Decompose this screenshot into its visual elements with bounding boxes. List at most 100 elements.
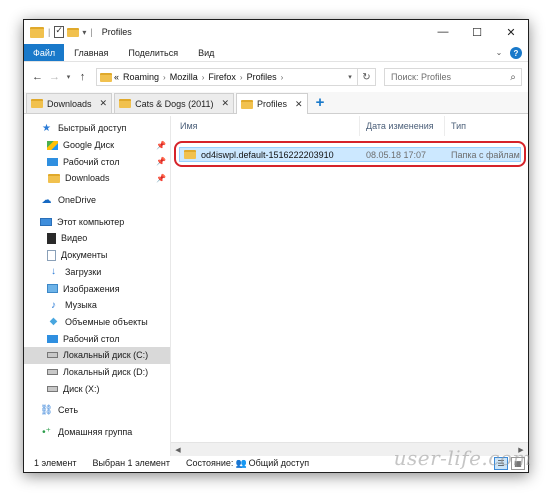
sidebar-item-quick-access[interactable]: ★ Быстрый доступ [24,120,170,137]
breadcrumb-chevron-icon[interactable]: › [279,73,286,82]
shared-users-icon: 👥 [235,457,247,468]
sidebar-item-3d-objects[interactable]: ◆ Объемные объекты [24,314,170,331]
search-box[interactable]: ⌕ [384,68,522,86]
pin-icon[interactable]: 📌 [156,174,166,183]
file-type: Папка с файлами [451,149,520,160]
drive-icon [47,368,58,375]
new-tab-plus-icon[interactable]: + [310,94,325,111]
close-tab-icon[interactable]: ✕ [96,98,108,109]
back-arrow-icon[interactable]: ← [30,69,45,85]
details-view-icon[interactable]: ☰ [494,456,508,470]
new-folder-icon[interactable] [67,27,80,37]
ribbon-tab-view[interactable]: Вид [188,44,224,61]
sidebar-item-pictures[interactable]: Изображения [24,280,170,297]
video-icon [47,232,56,244]
close-icon[interactable]: ✕ [494,20,528,44]
music-icon: ♪ [51,299,56,311]
explorer-panes: ★ Быстрый доступ Google Диск 📌 Рабочий сто… [24,116,528,456]
pin-icon[interactable]: 📌 [156,141,166,150]
selection-count: Выбран 1 элемент [92,458,171,468]
column-header-type[interactable]: Тип [445,116,528,136]
sidebar-item-music[interactable]: ♪ Музыка [24,297,170,314]
minimize-icon[interactable]: — [426,20,460,44]
sidebar-item-disk-x[interactable]: Диск (X:) [24,380,170,397]
desktop-icon [47,334,58,343]
properties-icon[interactable] [54,25,65,38]
help-icon[interactable]: ? [510,47,522,59]
drive-icon [47,352,58,359]
explorer-window: | ▾ | Profiles — ☐ ✕ Файл Главная Подели… [23,19,529,473]
window-title: Profiles [101,27,132,37]
file-date: 08.05.18 17:07 [366,149,427,160]
sidebar-item-google-drive[interactable]: Google Диск 📌 [24,137,170,154]
address-overflow[interactable]: « [112,72,121,82]
expand-ribbon-icon[interactable]: ⌄ [492,44,506,61]
sidebar-item-documents[interactable]: Документы [24,247,170,264]
pin-icon[interactable]: 📌 [156,157,166,166]
breadcrumb-chevron-icon[interactable]: › [161,73,168,82]
folder-icon [31,99,43,108]
close-tab-icon[interactable]: ✕ [291,99,303,110]
folder-tabs-bar: Downloads ✕ Cats & Dogs (2011) ✕ Profile… [24,92,528,114]
sidebar-item-local-disk-d[interactable]: Локальный диск (D:) [24,364,170,381]
ribbon-tab-file[interactable]: Файл [24,44,65,61]
address-bar[interactable]: « Roaming › Mozilla › Firefox › Profiles… [96,68,376,86]
qat-dropdown-icon[interactable]: ▾ [82,28,86,37]
folder-icon [184,150,196,159]
file-list-pane: Имя Дата изменения Тип od4iswpl.default-… [171,116,528,456]
network-icon: ⛓ [40,404,53,416]
folder-icon [47,173,60,184]
breadcrumb-profiles[interactable]: Profiles [245,72,279,82]
forward-arrow-icon[interactable]: → [47,69,62,85]
star-icon: ★ [42,122,51,134]
breadcrumb-chevron-icon[interactable]: › [238,73,245,82]
pictures-icon [47,284,58,294]
sidebar-item-network[interactable]: ⛓ Сеть [24,402,170,419]
scroll-left-icon[interactable]: ◀ [171,446,185,454]
breadcrumb-firefox[interactable]: Firefox [206,72,238,82]
computer-icon [40,217,52,226]
maximize-icon[interactable]: ☐ [460,20,494,44]
sidebar-item-downloads-pinned[interactable]: Downloads 📌 [24,170,170,187]
folder-tab-label: Profiles [257,99,288,109]
search-input[interactable] [391,72,505,82]
breadcrumb-chevron-icon[interactable]: › [200,73,207,82]
folder-tab-label: Cats & Dogs (2011) [135,98,214,109]
window-folder-icon [30,26,44,38]
sidebar-item-video[interactable]: Видео [24,230,170,247]
folder-tab-profiles[interactable]: Profiles ✕ [236,93,308,114]
up-arrow-icon[interactable]: ↑ [75,69,90,85]
search-icon[interactable]: ⌕ [505,72,521,83]
sidebar-item-this-pc[interactable]: Этот компьютер [24,213,170,230]
item-count: 1 элемент [34,458,77,468]
column-headers: Имя Дата изменения Тип [171,116,528,136]
homegroup-icon: •⁺ [42,426,51,438]
share-status: Состояние: 👥 Общий доступ [186,458,309,469]
sidebar-item-desktop[interactable]: Рабочий стол [24,330,170,347]
large-icons-view-icon[interactable]: ▦ [511,456,525,470]
breadcrumb-roaming[interactable]: Roaming [121,72,161,82]
ribbon-tab-home[interactable]: Главная [64,44,118,61]
sidebar-item-local-disk-c[interactable]: Локальный диск (C:) [24,346,170,364]
close-tab-icon[interactable]: ✕ [217,98,229,109]
scroll-right-icon[interactable]: ▶ [514,446,528,454]
sidebar-item-desktop-pinned[interactable]: Рабочий стол 📌 [24,153,170,170]
breadcrumb-mozilla[interactable]: Mozilla [168,72,200,82]
column-header-name[interactable]: Имя [171,116,360,136]
refresh-icon[interactable]: ↻ [357,69,375,85]
status-bar: 1 элемент Выбран 1 элемент Состояние: 👥 … [24,454,528,472]
table-row[interactable]: od4iswpl.default-1516222203910 08.05.18 … [179,147,521,162]
download-arrow-icon: ↓ [51,266,56,278]
address-dropdown-icon[interactable]: ▾ [343,73,357,81]
sidebar-item-onedrive[interactable]: ☁ OneDrive [24,192,170,209]
sidebar-item-homegroup[interactable]: •⁺ Домашняя группа [24,424,170,441]
ribbon-tab-share[interactable]: Поделиться [118,44,188,61]
folder-tab-cats-dogs[interactable]: Cats & Dogs (2011) ✕ [114,93,234,113]
column-header-date[interactable]: Дата изменения [360,116,445,136]
folder-icon [119,99,132,108]
folder-tab-downloads[interactable]: Downloads ✕ [26,93,113,113]
recent-locations-chevron-icon[interactable]: ▾ [64,69,73,85]
ribbon-tabs: Файл Главная Поделиться Вид ⌄ ? [24,44,528,62]
sidebar-item-downloads[interactable]: ↓ Загрузки [24,264,170,281]
folder-tab-label: Downloads [47,98,92,109]
